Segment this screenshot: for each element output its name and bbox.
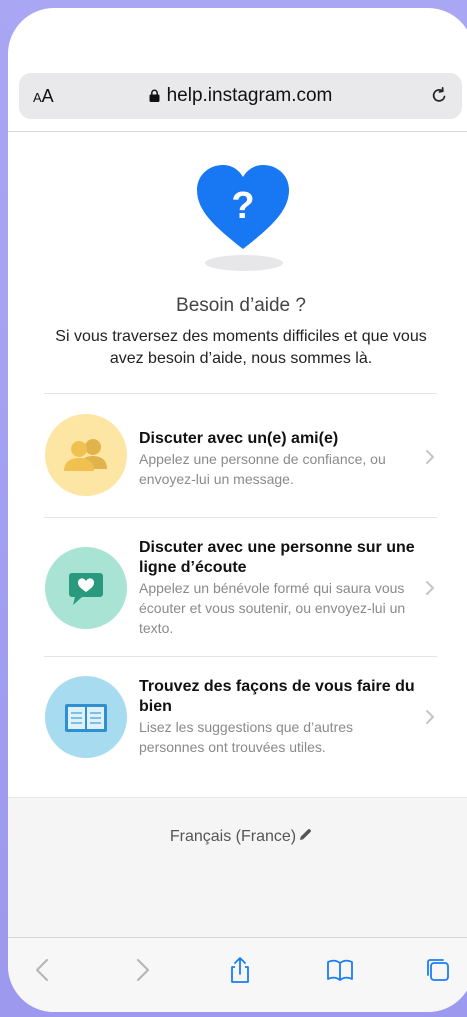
option-self-care[interactable]: Trouvez des façons de vous faire du bien… <box>44 657 437 795</box>
option-helpline[interactable]: Discuter avec une personne sur une ligne… <box>44 518 437 656</box>
pencil-icon <box>300 829 312 840</box>
chevron-right-icon <box>426 450 434 464</box>
page-footer: Français (France) <box>8 797 467 937</box>
share-icon[interactable] <box>226 956 254 984</box>
url-display[interactable]: help.instagram.com <box>19 85 462 107</box>
chevron-right-icon <box>426 581 434 595</box>
friends-icon <box>45 414 127 496</box>
url-text: help.instagram.com <box>166 85 333 106</box>
help-heart-icon: ? <box>197 165 289 249</box>
option-title: Discuter avec une personne sur une ligne… <box>139 539 415 576</box>
page-title: Besoin d’aide ? <box>176 295 306 316</box>
language-selector[interactable]: Français (France) <box>8 828 467 846</box>
chat-heart-icon <box>45 547 127 629</box>
option-title: Discuter avec un(e) ami(e) <box>139 430 339 447</box>
language-label: Français (France) <box>169 828 297 845</box>
address-bar[interactable]: AA help.instagram.com <box>19 73 462 119</box>
header-divider <box>8 131 467 132</box>
heart-shadow <box>205 255 283 271</box>
tabs-icon[interactable] <box>424 956 452 984</box>
reload-icon[interactable] <box>428 84 450 106</box>
option-description: Appelez une personne de confiance, ou en… <box>139 451 386 487</box>
back-arrow-icon[interactable] <box>29 956 57 984</box>
phone-screen: AA help.instagram.com ? Besoin d’aide ? … <box>8 8 467 1012</box>
svg-text:?: ? <box>231 185 254 227</box>
option-talk-to-friend[interactable]: Discuter avec un(e) ami(e) Appelez une p… <box>44 394 437 517</box>
help-options-list: Discuter avec un(e) ami(e) Appelez une p… <box>44 393 437 795</box>
page-subtitle: Si vous traversez des moments difficiles… <box>55 328 427 367</box>
bookmarks-icon[interactable] <box>326 956 354 984</box>
forward-arrow-icon[interactable] <box>128 956 156 984</box>
option-description: Appelez un bénévole formé qui saura vous… <box>139 580 406 636</box>
lock-icon <box>149 89 160 102</box>
chevron-right-icon <box>426 710 434 724</box>
option-title: Trouvez des façons de vous faire du bien <box>139 678 415 715</box>
option-description: Lisez les suggestions que d’autres perso… <box>139 719 354 755</box>
browser-toolbar <box>8 937 467 1012</box>
open-book-icon <box>45 676 127 758</box>
